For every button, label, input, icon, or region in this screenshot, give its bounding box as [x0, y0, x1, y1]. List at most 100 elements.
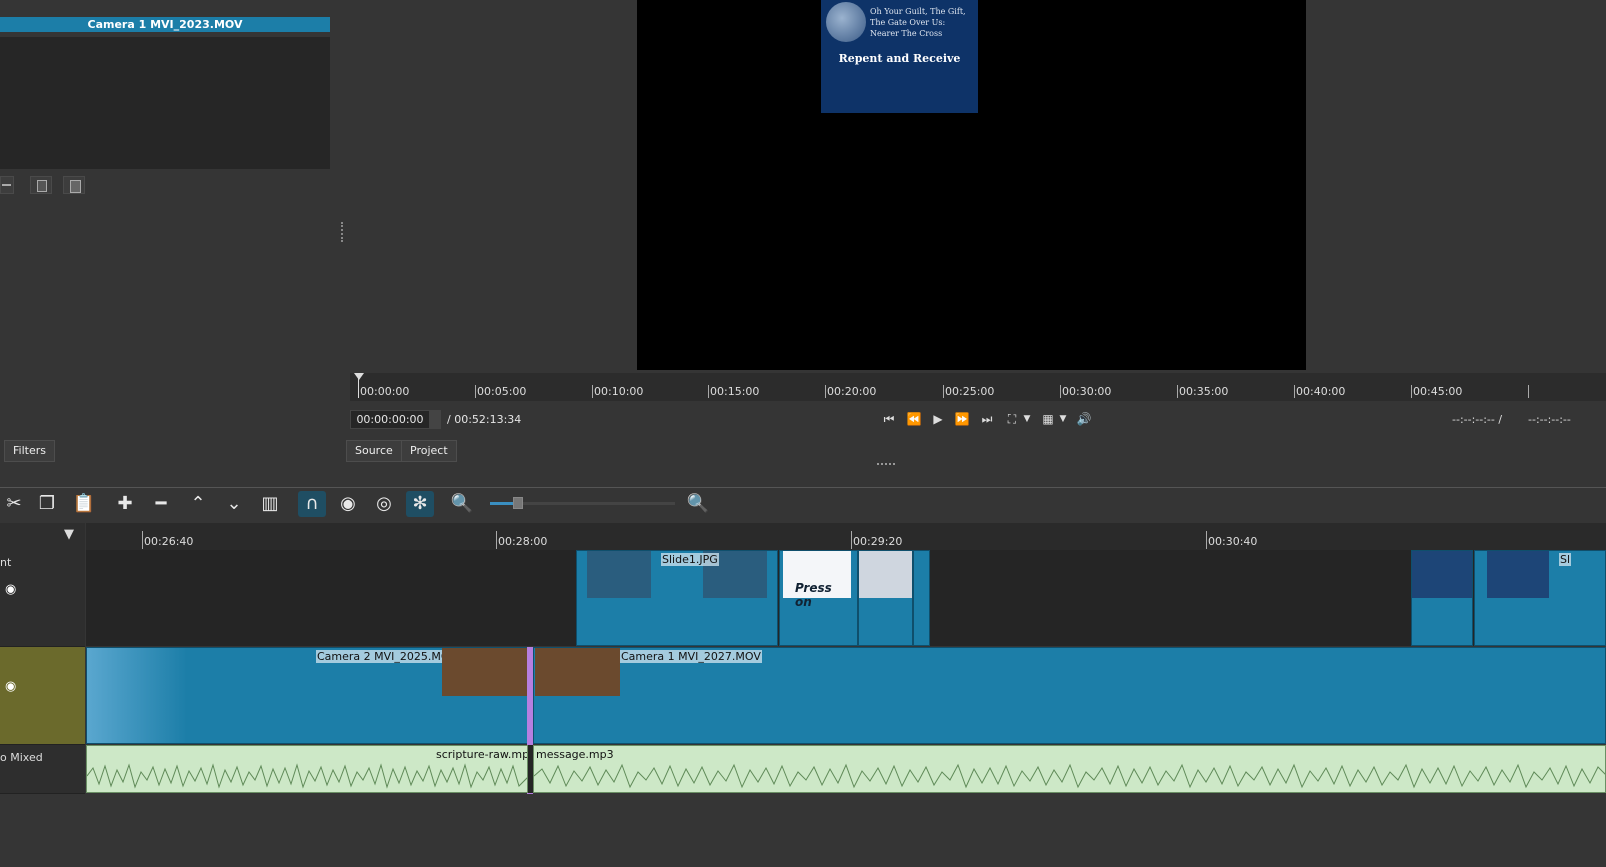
scissors-icon: ✂: [6, 493, 22, 514]
ruler-tick: 00:30:00: [1062, 385, 1112, 398]
clip-thumbnail: [587, 551, 651, 598]
clip-name: Camera 1 MVI_2027.MOV: [620, 650, 762, 663]
clip-press-on[interactable]: Press on: [779, 550, 858, 646]
ripple-all-button[interactable]: ✻: [406, 491, 434, 517]
playhead-marker: [354, 373, 364, 380]
copy-clip-button[interactable]: [30, 176, 52, 194]
minus-icon: ━: [155, 493, 167, 514]
zoom-out-button[interactable]: 🔍: [448, 491, 476, 517]
ruler-tick: 00:40:00: [1296, 385, 1346, 398]
clip-thumbnail: [859, 551, 912, 598]
append-button[interactable]: ✚: [111, 491, 139, 517]
dock-handle[interactable]: [877, 463, 895, 467]
timecode-input[interactable]: 00:00:00:00: [350, 410, 430, 429]
zoom-in-button[interactable]: 🔍: [684, 491, 712, 517]
slide-header: Oh Your Guilt, The Gift, The Gate Over U…: [870, 7, 966, 38]
fast-forward-button[interactable]: ⏩: [952, 410, 972, 428]
play-button[interactable]: ▶: [928, 410, 948, 428]
clip-message-audio[interactable]: message.mp3: [533, 745, 1606, 793]
in-point: --:--:--:-- /: [1452, 413, 1503, 426]
zoom-slider-handle[interactable]: [513, 497, 523, 509]
track-header-a1[interactable]: o Mixed: [0, 745, 85, 794]
up-icon: ⌃: [190, 493, 206, 514]
skip-to-start-button[interactable]: ⏮: [879, 410, 899, 428]
clip-structure[interactable]: [858, 550, 913, 646]
zoom-preview-button[interactable]: ⛶: [1002, 410, 1022, 428]
track-header-v2[interactable]: nt ◉: [0, 550, 85, 647]
ruler-tick: 00:20:00: [827, 385, 877, 398]
ruler-line: [1411, 385, 1412, 398]
church-logo: [826, 2, 866, 42]
clip-camera1[interactable]: Camera 1 MVI_2027.MOV: [533, 647, 1606, 744]
rewind-icon: ⏪: [906, 412, 922, 426]
waveform: [87, 763, 527, 789]
tab-source[interactable]: Source: [346, 440, 402, 462]
ruler-line: [1294, 385, 1295, 398]
paste-icon: [70, 180, 81, 193]
thumb-text: Press on: [795, 581, 832, 609]
grid-dropdown[interactable]: ▼: [1056, 410, 1070, 428]
grid-button[interactable]: ▦: [1038, 410, 1058, 428]
tick-line: [142, 531, 143, 549]
paste-icon: 📋: [72, 493, 96, 514]
clip-name: Sl: [1559, 553, 1572, 566]
timecode-spinner[interactable]: [430, 410, 441, 429]
remove-clip-button[interactable]: [0, 176, 14, 194]
ruler-tick: 00:45:00: [1413, 385, 1463, 398]
zoom-in-icon: 🔍: [686, 493, 710, 514]
remove-button[interactable]: ━: [147, 491, 175, 517]
panel-splitter[interactable]: [341, 222, 346, 242]
skip-end-icon: ⏭: [981, 412, 993, 426]
eye-icon[interactable]: ◉: [5, 582, 16, 597]
scrub-button[interactable]: ◉: [334, 491, 362, 517]
paste-button[interactable]: 📋: [70, 491, 98, 517]
tab-filters[interactable]: Filters: [4, 440, 55, 462]
split-icon: ▥: [261, 493, 279, 514]
ruler-line: [1177, 385, 1178, 398]
track-label: nt: [0, 556, 12, 569]
playlist-list[interactable]: [0, 37, 330, 169]
duration-label: / 00:52:13:34: [447, 413, 522, 426]
clip-slide-a[interactable]: [1411, 550, 1473, 646]
timeline-empty-area: [0, 794, 1606, 867]
timeline-tick: 00:29:20: [853, 535, 903, 548]
split-button[interactable]: ▥: [256, 491, 284, 517]
skip-start-icon: ⏮: [883, 412, 895, 426]
ripple-button[interactable]: ◎: [370, 491, 398, 517]
volume-icon: 🔊: [1076, 412, 1092, 426]
clip-thumbnail: [442, 648, 527, 696]
clip-slide1[interactable]: Slide1.JPG: [576, 550, 778, 646]
overwrite-button[interactable]: ⌄: [220, 491, 248, 517]
clip-scripture-audio[interactable]: scripture-raw.mp3: [86, 745, 528, 793]
rewind-button[interactable]: ⏪: [904, 410, 924, 428]
ruler-tick: 00:35:00: [1179, 385, 1229, 398]
clip-short[interactable]: [913, 550, 930, 646]
cut-button[interactable]: ✂: [0, 491, 28, 517]
lift-button[interactable]: ⌃: [184, 491, 212, 517]
copy-icon: [37, 180, 47, 192]
copy-button[interactable]: ❐: [33, 491, 61, 517]
ruler-tick: 00:00:00: [360, 385, 410, 398]
timeline-ruler[interactable]: [86, 523, 1606, 550]
out-point: --:--:--:--: [1528, 413, 1571, 426]
track-header-v1[interactable]: ◉: [0, 647, 85, 745]
ruler-line: [943, 385, 944, 398]
tab-project[interactable]: Project: [401, 440, 457, 462]
zoom-dropdown[interactable]: ▼: [1020, 410, 1034, 428]
eye-icon[interactable]: ◉: [5, 679, 16, 694]
clip-thumbnail: [1412, 551, 1472, 598]
clip-slide-b[interactable]: Sl: [1474, 550, 1606, 646]
filter-icon[interactable]: ▼: [64, 527, 74, 542]
playlist-selected-clip[interactable]: Camera 1 MVI_2023.MOV: [0, 17, 330, 32]
play-icon: ▶: [933, 412, 943, 426]
clip-thumbnail: Press on: [783, 551, 851, 609]
ruler-tick: 00:10:00: [594, 385, 644, 398]
skip-to-end-button[interactable]: ⏭: [977, 410, 997, 428]
clip-camera2[interactable]: Camera 2 MVI_2025.MOV: [86, 647, 529, 744]
timeline-tick: 00:30:40: [1208, 535, 1258, 548]
volume-button[interactable]: 🔊: [1074, 410, 1094, 428]
snap-button[interactable]: ∩: [298, 491, 326, 517]
ruler-line: [475, 385, 476, 398]
preview-ruler[interactable]: 00:00:00 00:05:00 00:10:00 00:15:00 00:2…: [350, 373, 1606, 401]
paste-clip-button[interactable]: [63, 176, 85, 194]
